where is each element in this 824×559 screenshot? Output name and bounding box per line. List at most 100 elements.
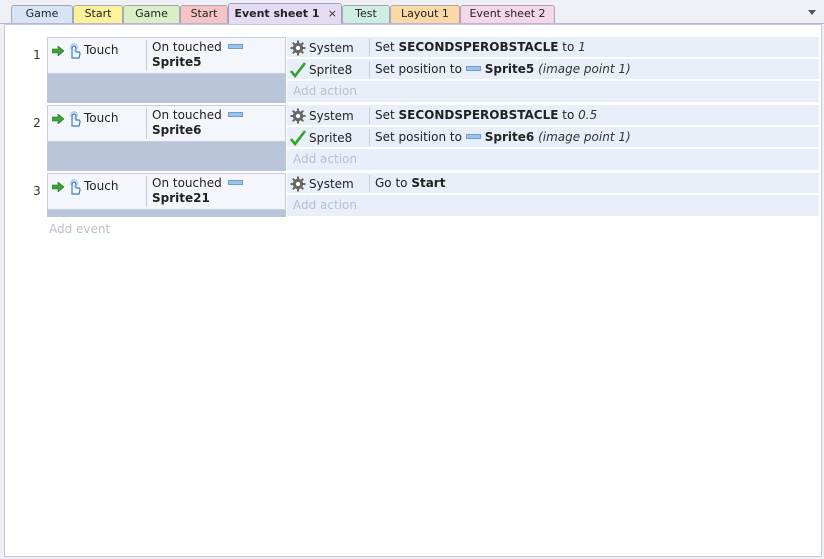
action-object-name: Sprite8: [309, 131, 353, 145]
action-text: Set position to Sprite5 (image point 1): [375, 62, 631, 77]
add-action-button[interactable]: Add action: [287, 195, 819, 216]
action-row[interactable]: Sprite8 Set position to Sprite6 (image p…: [287, 127, 819, 148]
tab-game-2[interactable]: Game: [123, 5, 180, 23]
tab-test[interactable]: Test: [342, 5, 390, 23]
action-object-name: System: [309, 177, 354, 191]
action-object: System: [290, 176, 368, 192]
action-verb: Set: [375, 40, 399, 54]
condition[interactable]: Touch On touched Sprite6: [47, 105, 286, 142]
touch-icon: [67, 179, 81, 195]
tab-event-sheet-1[interactable]: Event sheet 1 ×: [228, 3, 342, 24]
condition-label: On touched: [152, 40, 222, 54]
add-action-button[interactable]: Add action: [287, 149, 819, 170]
action-object-name: Sprite8: [309, 63, 353, 77]
event-sheet-editor: 1 Touch On touched Sprite5 System Set SE…: [4, 24, 822, 557]
event-number: 1: [33, 48, 41, 62]
gear-icon: [290, 108, 306, 124]
action-value: 0.5: [578, 108, 598, 122]
action-join: to: [558, 108, 579, 122]
tab-layout-1[interactable]: Layout 1: [390, 5, 460, 23]
action-object: System: [290, 108, 368, 124]
action-text: Set SECONDSPEROBSTACLE to 0.5: [375, 108, 597, 123]
action-row[interactable]: Sprite8 Set position to Sprite5 (image p…: [287, 59, 819, 80]
action-object: System: [290, 40, 368, 56]
action-object-name: System: [309, 41, 354, 55]
action-object: Sprite8: [290, 62, 368, 78]
tab-label: Event sheet 1: [234, 7, 320, 20]
arrow-right-icon: [52, 182, 64, 192]
action-row[interactable]: System Set SECONDSPEROBSTACLE to 0.5: [287, 105, 819, 126]
add-action-label: Add action: [293, 152, 357, 166]
action-text: Set SECONDSPEROBSTACLE to 1: [375, 40, 586, 55]
tab-game[interactable]: Game: [11, 5, 73, 23]
action-text: Set position to Sprite6 (image point 1): [375, 130, 631, 145]
event-row[interactable]: Touch On touched Sprite5 System Set SECO…: [47, 37, 819, 103]
action-row[interactable]: System Go to Start: [287, 173, 819, 194]
sprite-param-icon: [465, 66, 481, 71]
event-row[interactable]: Touch On touched Sprite6 System Set SECO…: [47, 105, 819, 171]
touch-icon: [67, 43, 81, 59]
action-object-name: System: [309, 109, 354, 123]
add-action-button[interactable]: Add action: [287, 81, 819, 102]
condition-object: Touch: [52, 179, 147, 205]
tab-strip: Game Start Game Start Event sheet 1 × Te…: [0, 0, 824, 24]
divider: [146, 176, 147, 207]
tab-event-sheet-2[interactable]: Event sheet 2: [460, 5, 555, 23]
gear-icon: [290, 40, 306, 56]
event-number: 3: [33, 184, 41, 198]
divider: [369, 61, 370, 78]
condition-object-name: Touch: [84, 43, 119, 57]
condition-object: Touch: [52, 111, 147, 137]
condition[interactable]: Touch On touched Sprite5: [47, 37, 286, 74]
checkmark-icon: [290, 62, 306, 78]
divider: [369, 39, 370, 56]
action-row[interactable]: System Set SECONDSPEROBSTACLE to 1: [287, 37, 819, 58]
divider: [369, 175, 370, 192]
add-action-label: Add action: [293, 84, 357, 98]
arrow-right-icon: [52, 114, 64, 124]
condition-object: Touch: [52, 43, 147, 69]
sprite-param-icon: [227, 180, 243, 185]
divider: [146, 40, 147, 71]
action-verb: Set position to: [375, 130, 466, 144]
action-join: to: [558, 40, 579, 54]
condition-label: On touched: [152, 108, 222, 122]
event-number: 2: [33, 116, 41, 130]
chevron-down-icon[interactable]: [806, 6, 818, 18]
divider: [146, 108, 147, 139]
add-event-button[interactable]: Add event: [49, 222, 110, 236]
sprite-param-icon: [227, 112, 243, 117]
condition-text: On touched Sprite21: [152, 176, 243, 206]
action-target: SECONDSPEROBSTACLE: [398, 108, 559, 122]
divider: [369, 107, 370, 124]
action-verb: Set: [375, 108, 399, 122]
divider: [369, 129, 370, 146]
arrow-right-icon: [52, 46, 64, 56]
gear-icon: [290, 176, 306, 192]
action-verb: Set position to: [375, 62, 466, 76]
touch-icon: [67, 111, 81, 127]
tab-start-2[interactable]: Start: [180, 5, 228, 23]
action-verb: Go to: [375, 176, 412, 190]
close-icon[interactable]: ×: [328, 4, 337, 23]
condition-text: On touched Sprite5: [152, 40, 243, 70]
condition-param: Sprite6: [152, 123, 202, 137]
condition-label: On touched: [152, 176, 222, 190]
tab-start[interactable]: Start: [73, 5, 123, 23]
action-target: Sprite5: [484, 62, 535, 76]
condition-param: Sprite21: [152, 191, 210, 205]
condition-object-name: Touch: [84, 111, 119, 125]
add-action-label: Add action: [293, 198, 357, 212]
action-object: Sprite8: [290, 130, 368, 146]
condition-param: Sprite5: [152, 55, 202, 69]
condition[interactable]: Touch On touched Sprite21: [47, 173, 286, 210]
action-target: Start: [411, 176, 446, 190]
event-row[interactable]: Touch On touched Sprite21 System Go to S…: [47, 173, 819, 217]
sprite-param-icon: [227, 44, 243, 49]
sprite-param-icon: [465, 134, 481, 139]
condition-object-name: Touch: [84, 179, 119, 193]
action-text: Go to Start: [375, 176, 445, 191]
checkmark-icon: [290, 130, 306, 146]
action-target: Sprite6: [484, 130, 535, 144]
action-target: SECONDSPEROBSTACLE: [398, 40, 559, 54]
